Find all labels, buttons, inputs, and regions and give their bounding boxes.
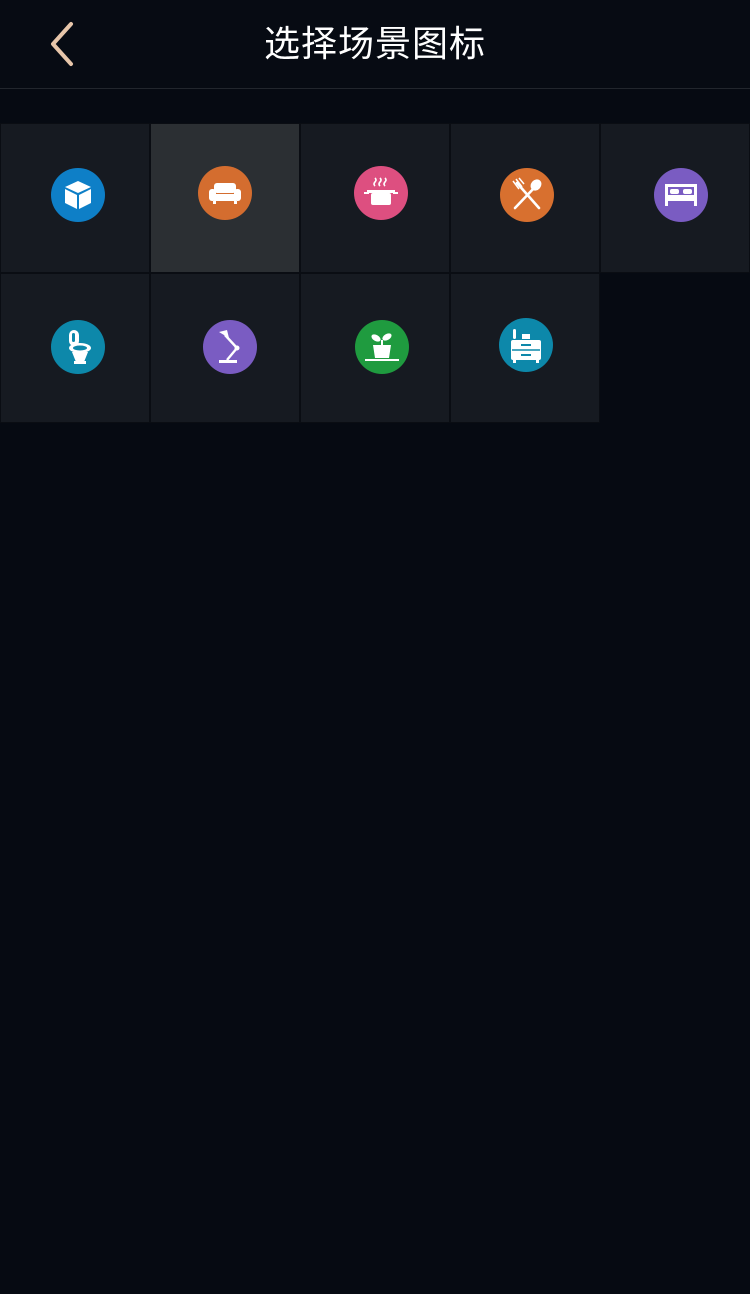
nightstand-icon (499, 318, 553, 372)
cube-icon (51, 168, 105, 222)
scene-icon-option-5[interactable] (600, 123, 750, 273)
toilet-icon (51, 320, 105, 374)
scene-icon-option-4[interactable] (450, 123, 600, 273)
scene-icon-option-8[interactable] (300, 273, 450, 423)
scene-icon-option-2[interactable] (150, 123, 300, 273)
bed-icon (654, 168, 708, 222)
cooking-pot-icon (354, 166, 408, 220)
fork-spoon-icon (500, 168, 554, 222)
scene-icon-option-1[interactable] (0, 123, 150, 273)
header-spacer (0, 89, 750, 124)
scene-icon-option-7[interactable] (150, 273, 300, 423)
desk-lamp-icon (203, 320, 257, 374)
scene-icon-option-3[interactable] (300, 123, 450, 273)
potted-plant-icon (355, 320, 409, 374)
sofa-icon (198, 166, 252, 220)
scene-icon-option-6[interactable] (0, 273, 150, 423)
select-scene-icon-screen: 选择场景图标 (0, 0, 750, 1294)
page-title: 选择场景图标 (263, 24, 486, 65)
scene-icon-option-9[interactable] (450, 273, 600, 423)
top-bar: 选择场景图标 (0, 0, 750, 89)
